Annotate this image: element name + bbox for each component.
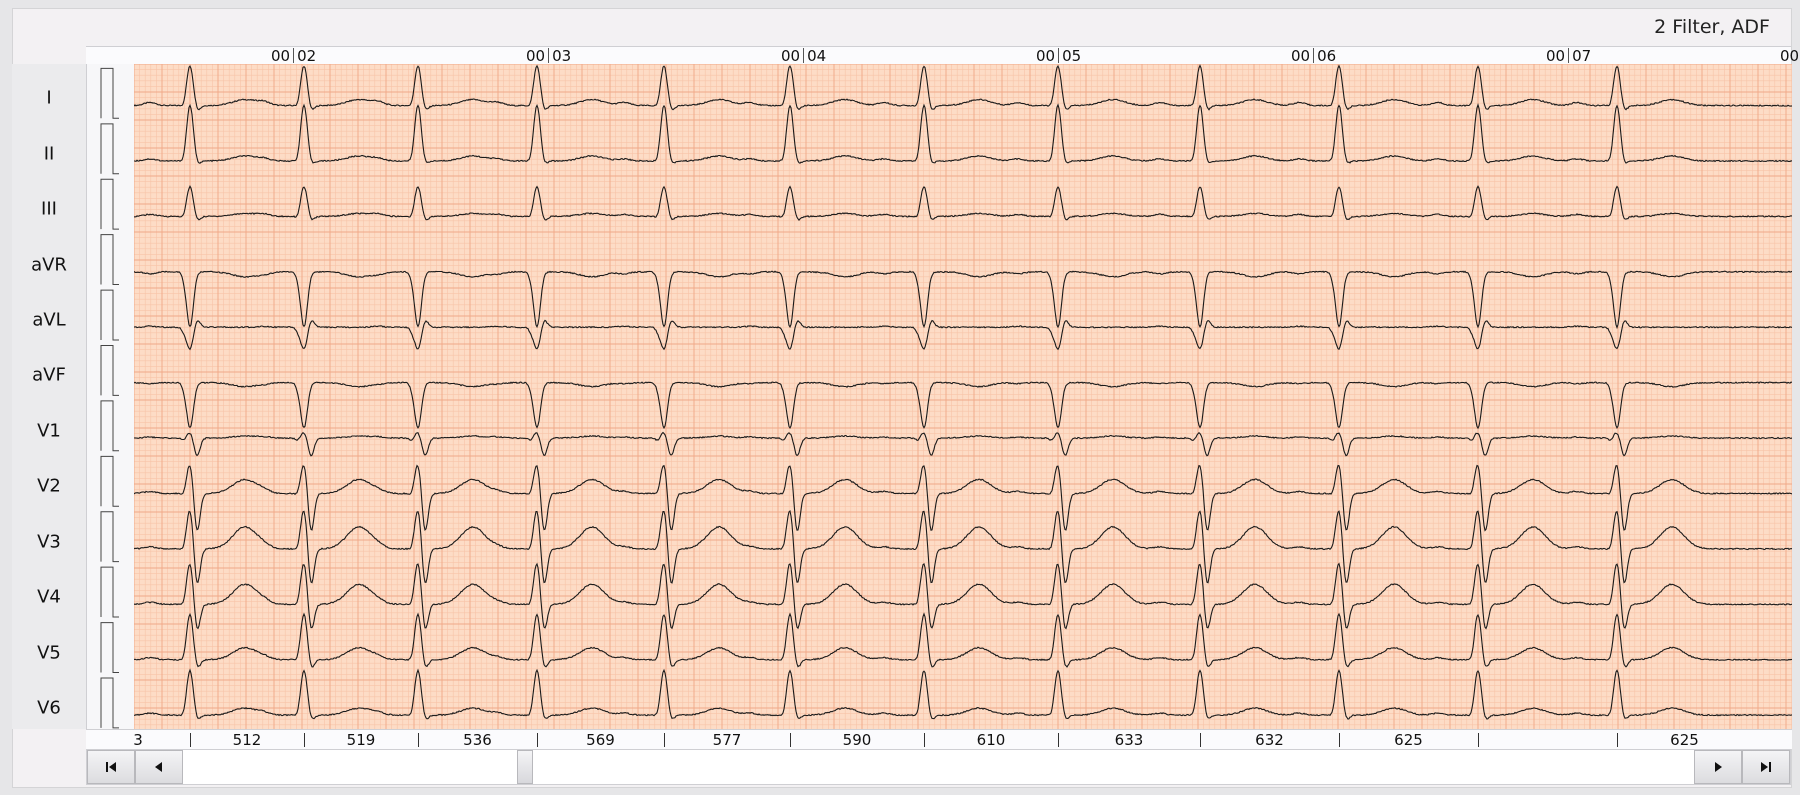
rr-interval-value: 625 (1394, 731, 1423, 749)
next-button[interactable] (1694, 750, 1742, 784)
time-seconds: 06 (1317, 47, 1337, 65)
rr-tick (1058, 733, 1059, 747)
time-separator (1058, 48, 1060, 63)
rr-interval-value: 633 (1114, 731, 1144, 749)
time-seconds: 03 (552, 47, 572, 65)
lead-label-avf: aVF (32, 364, 66, 386)
time-axis-label: 0008 (1780, 47, 1800, 65)
time-separator (1568, 48, 1570, 63)
time-axis-label: 00 07 (1546, 47, 1591, 65)
calibration-pulse (100, 677, 119, 729)
rr-tick (664, 733, 665, 747)
calibration-pulse (100, 289, 119, 341)
lead-label-v1: V1 (37, 420, 61, 442)
rr-interval-value: 512 (232, 731, 262, 749)
rr-tick (304, 733, 305, 747)
rr-interval-value: 3 (133, 731, 143, 749)
calibration-pulse (100, 622, 119, 673)
rr-interval-bar: 3 512 519 536 569 577 590 610 633 632 625 625 (133, 729, 1792, 749)
time-seconds: 07 (1572, 47, 1592, 65)
ecg-viewer-window: 2 Filter, ADF 00 02 00 03 00 04 00 05 00 06 00 07 00… (0, 0, 1800, 795)
time-seconds: 04 (807, 47, 827, 65)
calibration-pulse (100, 123, 119, 175)
rr-bar-spacer (86, 729, 134, 749)
time-axis-label: 00 03 (526, 47, 571, 65)
rr-tick (537, 733, 538, 747)
skip-to-start-icon (106, 762, 116, 772)
time-seconds: 02 (297, 47, 317, 65)
time-separator (293, 48, 295, 63)
calibration-pulse (100, 67, 119, 119)
rr-interval-value: 577 (712, 731, 742, 749)
lead-label-column: I II III aVR aVL aVF V1 V2 V3 V4 V5 V6 (12, 64, 86, 729)
filter-status-label: 2 Filter, ADF (1654, 16, 1770, 38)
time-minutes: 00 (1546, 47, 1566, 65)
rr-tick (190, 733, 191, 747)
calibration-pulse (100, 566, 119, 618)
time-seconds: 05 (1062, 47, 1082, 65)
time-scrollbar[interactable] (86, 749, 1791, 785)
time-minutes: 00 (781, 47, 801, 65)
step-forward-icon (1715, 762, 1722, 772)
time-minutes: 00 (1780, 47, 1800, 65)
rr-interval-value: 590 (842, 731, 872, 749)
previous-button[interactable] (135, 750, 183, 784)
time-axis-label: 00 04 (781, 47, 826, 65)
time-minutes: 00 (1036, 47, 1056, 65)
time-axis-label: 00 02 (271, 47, 316, 65)
rr-interval-value: 625 (1670, 731, 1699, 749)
calibration-pulse (100, 511, 119, 563)
last-page-button[interactable] (1742, 750, 1790, 784)
rr-tick (418, 733, 419, 747)
lead-label-iii: III (41, 198, 57, 220)
skip-to-end-icon (1761, 762, 1771, 772)
calibration-pulse-column (86, 64, 134, 729)
lead-label-i: I (46, 87, 52, 109)
first-page-button[interactable] (87, 750, 135, 784)
time-axis-ruler: 00 02 00 03 00 04 00 05 00 06 00 07 0008 (86, 46, 1799, 65)
time-minutes: 00 (271, 47, 291, 65)
time-axis-label: 00 05 (1036, 47, 1081, 65)
rr-interval-value: 610 (976, 731, 1006, 749)
time-minutes: 00 (1291, 47, 1311, 65)
rr-interval-value: 632 (1255, 731, 1284, 749)
rr-tick (924, 733, 925, 747)
lead-label-v5: V5 (37, 642, 61, 664)
lead-label-ii: II (43, 143, 55, 165)
calibration-pulse (100, 455, 119, 507)
rr-tick (1200, 733, 1201, 747)
ecg-trace-area[interactable] (134, 64, 1792, 729)
calibration-pulse (100, 400, 119, 452)
time-separator (548, 48, 550, 63)
rr-interval-value: 519 (346, 731, 376, 749)
lead-label-avl: aVL (32, 309, 66, 331)
scrollbar-thumb[interactable] (517, 750, 533, 784)
calibration-pulse (100, 178, 119, 230)
lead-label-avr: aVR (31, 254, 67, 276)
time-separator (803, 48, 805, 63)
time-minutes: 00 (526, 47, 546, 65)
ecg-trace-canvas[interactable] (134, 64, 1792, 729)
rr-tick (1339, 733, 1340, 747)
calibration-pulses (100, 67, 119, 729)
rr-interval-value: 569 (586, 731, 615, 749)
rr-tick (790, 733, 791, 747)
calibration-pulse (100, 234, 119, 286)
calibration-pulse (100, 345, 119, 396)
rr-tick (1478, 733, 1479, 747)
step-back-icon (155, 762, 162, 772)
time-axis-label: 00 06 (1291, 47, 1336, 65)
lead-label-v6: V6 (37, 697, 61, 719)
rr-tick (1617, 733, 1618, 747)
lead-label-v3: V3 (37, 531, 61, 553)
rr-interval-value: 536 (463, 731, 492, 749)
lead-label-v2: V2 (37, 475, 61, 497)
lead-label-v4: V4 (37, 586, 61, 608)
time-separator (1313, 48, 1315, 63)
